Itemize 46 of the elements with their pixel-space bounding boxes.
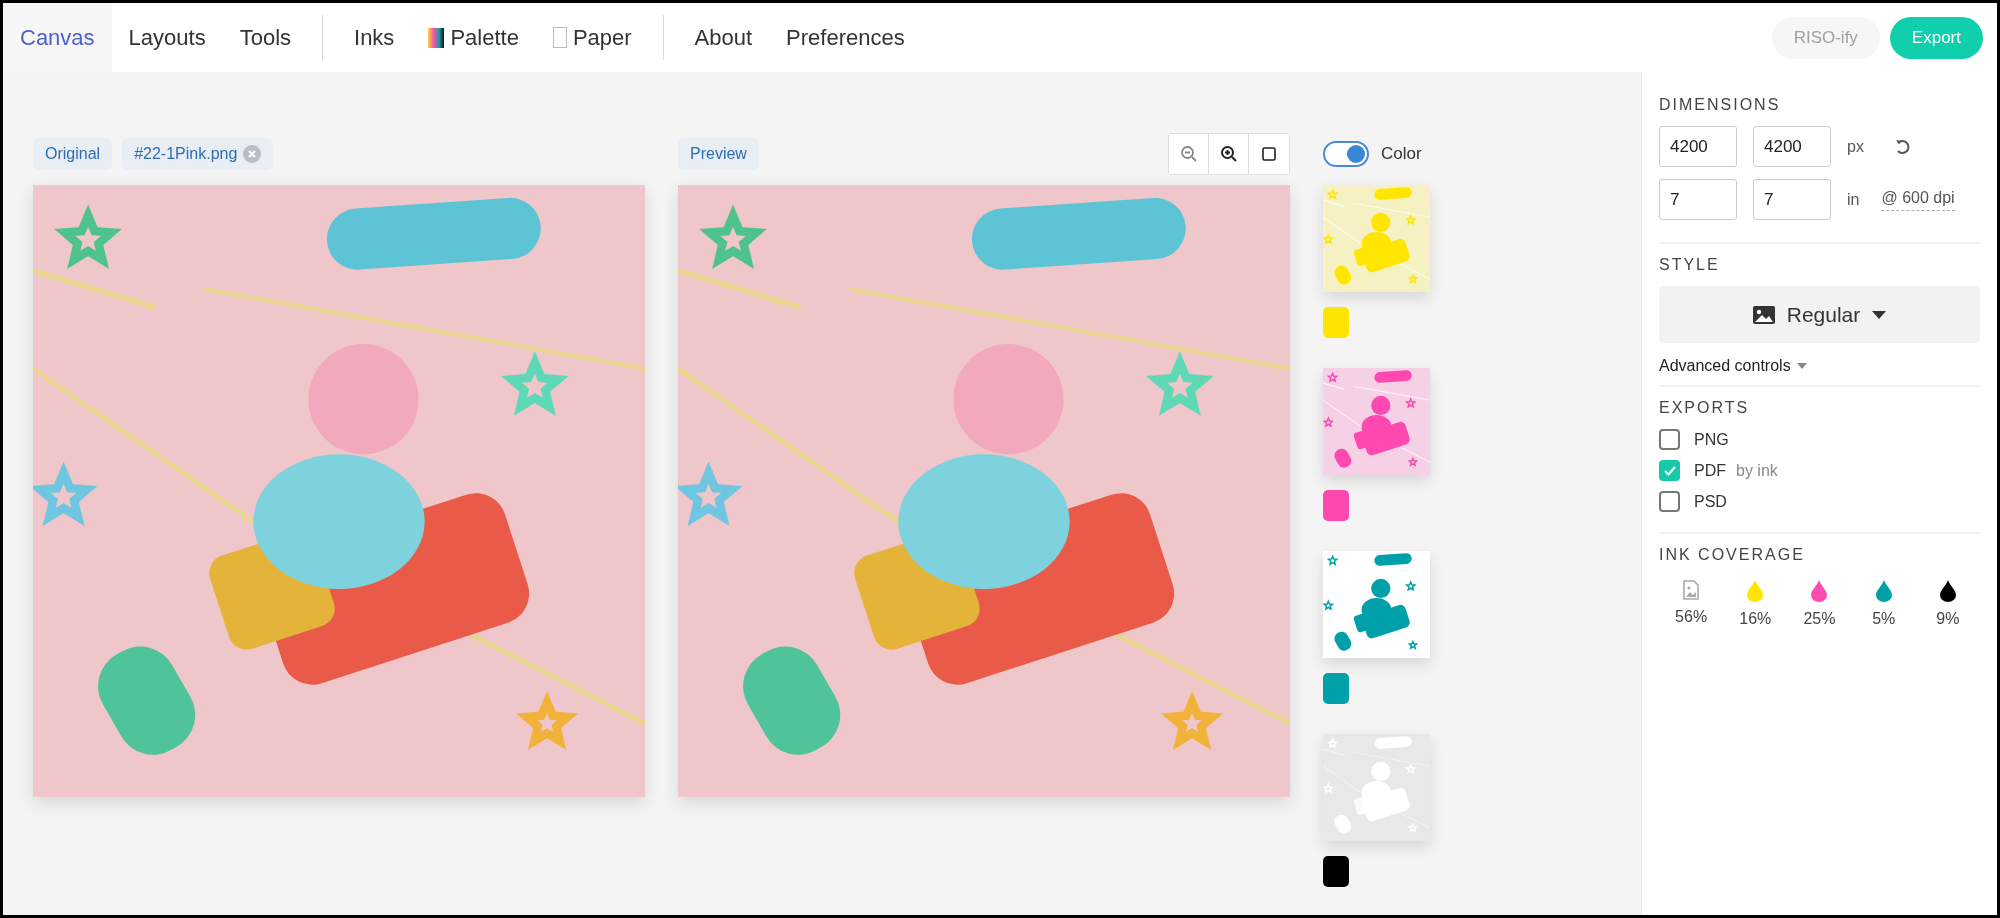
width-field[interactable]: 7 [1659, 179, 1737, 220]
height-field[interactable]: 7 [1753, 179, 1831, 220]
caret-icon [1872, 310, 1887, 319]
section-heading: EXPORTS [1659, 399, 1751, 417]
reset-icon[interactable] [1893, 137, 1912, 156]
height-field[interactable]: 4200 [1753, 126, 1831, 167]
gradient-icon [428, 27, 445, 48]
ink-swatch[interactable] [1323, 856, 1349, 887]
coverage-value: 5% [1872, 610, 1896, 628]
file-chip[interactable]: #22-1Pink.png [122, 138, 274, 170]
style-dropdown[interactable]: Regular [1659, 286, 1980, 343]
unit-label: in [1847, 190, 1860, 209]
coverage-value: 56% [1675, 608, 1708, 626]
square-icon [1262, 147, 1276, 161]
zoom-in-icon [1219, 145, 1238, 163]
nav-tab[interactable]: Canvas [3, 3, 112, 72]
section-heading: STYLE [1659, 256, 1721, 274]
image-icon [1752, 305, 1775, 324]
ink-swatch[interactable] [1323, 490, 1349, 521]
advanced-controls-toggle[interactable]: Advanced controls [1659, 357, 1807, 375]
width-field[interactable]: 4200 [1659, 126, 1737, 167]
ink-swatch[interactable] [1323, 307, 1349, 338]
unit-label: px [1847, 137, 1864, 156]
image-file-icon [1683, 580, 1700, 600]
section-heading: INK COVERAGE [1659, 546, 1806, 564]
coverage-value: 16% [1739, 610, 1772, 628]
section-heading: DIMENSIONS [1659, 96, 1782, 114]
check-icon [1662, 464, 1677, 477]
checkbox[interactable] [1659, 429, 1680, 450]
color-switch[interactable] [1323, 141, 1369, 167]
preview-label: Preview [678, 138, 759, 170]
paper-icon [552, 27, 567, 48]
coverage-value: 9% [1936, 610, 1960, 628]
checkbox[interactable] [1659, 491, 1680, 512]
coverage-value: 25% [1803, 610, 1836, 628]
format-note: by ink [1736, 461, 1778, 480]
ink-swatch[interactable] [1323, 673, 1349, 704]
export-format-label: PNG [1694, 430, 1729, 449]
original-label: Original [33, 138, 113, 170]
export-format-label: PSD [1694, 492, 1727, 511]
caret-icon [1796, 363, 1807, 369]
checkbox[interactable] [1659, 460, 1680, 481]
export-format-label: PDF [1694, 461, 1726, 480]
zoom-out-icon [1179, 145, 1198, 163]
color-label: Color [1381, 144, 1422, 164]
dpi-link[interactable]: @ 600 dpi [1881, 188, 1955, 211]
